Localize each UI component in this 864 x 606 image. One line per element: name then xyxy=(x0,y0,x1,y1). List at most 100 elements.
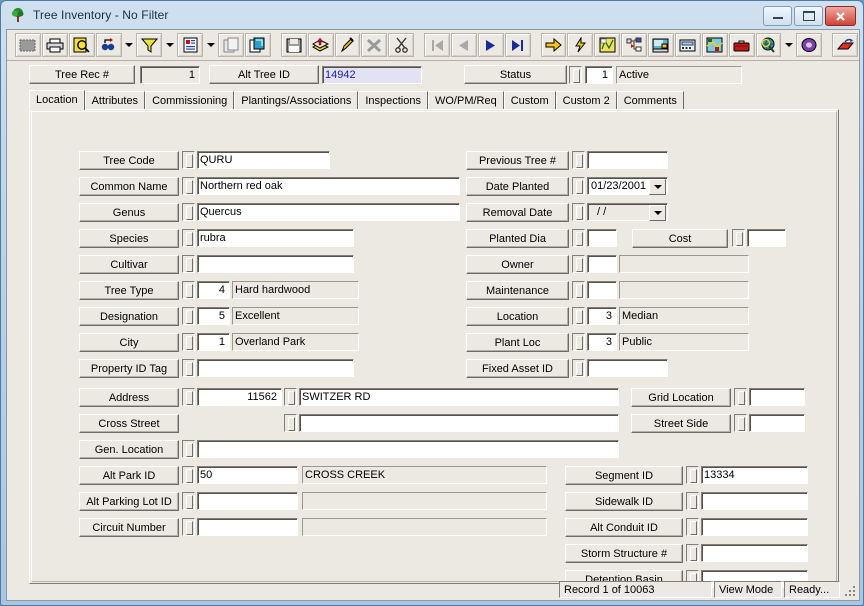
alt-park-id-code-input[interactable]: 50 xyxy=(197,466,298,484)
exit-icon[interactable] xyxy=(832,33,859,57)
grid-location-lookup-button[interactable] xyxy=(734,388,747,406)
gen-location-lookup-button[interactable] xyxy=(182,440,195,458)
owner-lookup-button[interactable] xyxy=(572,255,585,273)
tab-comments[interactable]: Comments xyxy=(616,91,684,110)
tree-rec-label[interactable]: Tree Rec # xyxy=(29,65,135,84)
cross-street-label[interactable]: Cross Street xyxy=(79,414,179,433)
segment-id-label[interactable]: Segment ID xyxy=(565,466,683,485)
storm-structure-input[interactable] xyxy=(701,544,808,562)
first-record-icon[interactable] xyxy=(424,33,450,57)
web-search-icon[interactable] xyxy=(755,33,782,57)
street-side-input[interactable] xyxy=(749,414,805,432)
street-side-label[interactable]: Street Side xyxy=(631,414,731,433)
print-icon[interactable] xyxy=(41,33,68,57)
cultivar-input[interactable] xyxy=(197,255,354,273)
genus-label[interactable]: Genus xyxy=(79,203,179,222)
date-planted-label[interactable]: Date Planted xyxy=(466,177,569,196)
previous-tree-lookup-button[interactable] xyxy=(572,151,585,169)
tab-wo-pm-req[interactable]: WO/PM/Req xyxy=(427,91,504,110)
cost-lookup-button[interactable] xyxy=(732,229,745,247)
tree-type-label[interactable]: Tree Type xyxy=(79,281,179,300)
address-lookup-button[interactable] xyxy=(182,388,195,406)
tab-location[interactable]: Location xyxy=(29,90,85,110)
cost-input[interactable] xyxy=(747,229,786,247)
grid-location-input[interactable] xyxy=(749,388,805,406)
alt-conduit-id-label[interactable]: Alt Conduit ID xyxy=(565,518,683,537)
tab-custom[interactable]: Custom xyxy=(503,91,556,110)
status-code-input[interactable]: 1 xyxy=(585,66,613,84)
fixed-asset-id-label[interactable]: Fixed Asset ID xyxy=(466,359,569,378)
alt-parking-lot-id-label[interactable]: Alt Parking Lot ID xyxy=(79,492,179,511)
fixed-asset-id-lookup-button[interactable] xyxy=(572,359,585,377)
grid-location-label[interactable]: Grid Location xyxy=(631,388,731,407)
gen-location-input[interactable] xyxy=(197,440,619,458)
planted-dia-lookup-button[interactable] xyxy=(572,229,585,247)
designation-lookup-button[interactable] xyxy=(182,307,195,325)
owner-code-input[interactable] xyxy=(587,255,617,273)
fax-icon[interactable] xyxy=(674,33,701,57)
status-lookup-button[interactable] xyxy=(569,66,582,84)
filter-icon[interactable] xyxy=(136,33,163,57)
save-icon[interactable] xyxy=(280,33,307,57)
report-icon[interactable] xyxy=(177,33,204,57)
quick-action-icon[interactable] xyxy=(567,33,594,57)
status-label[interactable]: Status xyxy=(464,65,567,84)
cultivar-label[interactable]: Cultivar xyxy=(79,255,179,274)
maintenance-code-input[interactable] xyxy=(587,281,617,299)
sidewalk-id-lookup-button[interactable] xyxy=(686,492,699,510)
removal-date-lookup-button[interactable] xyxy=(572,203,585,221)
sidewalk-id-input[interactable] xyxy=(701,492,808,510)
print-preview-icon[interactable] xyxy=(68,33,95,57)
report-dropdown-arrow[interactable] xyxy=(204,33,217,57)
close-button[interactable] xyxy=(825,6,856,26)
previous-tree-label[interactable]: Previous Tree # xyxy=(466,151,569,170)
alt-park-id-lookup-button[interactable] xyxy=(182,466,195,484)
tree-type-code-input[interactable]: 4 xyxy=(197,281,230,299)
alt-tree-id-input[interactable]: 14942 xyxy=(322,66,422,84)
fixed-asset-id-input[interactable] xyxy=(587,359,668,377)
address-label[interactable]: Address xyxy=(79,388,179,407)
street-lookup-button[interactable] xyxy=(284,388,297,406)
goto-icon[interactable] xyxy=(540,33,567,57)
removal-date-input[interactable]: / / xyxy=(587,203,668,221)
gen-location-label[interactable]: Gen. Location xyxy=(79,440,179,459)
copy-record-icon[interactable] xyxy=(218,33,244,57)
find-replace-icon[interactable] xyxy=(95,33,122,57)
filter-dropdown-arrow[interactable] xyxy=(163,33,176,57)
maintenance-lookup-button[interactable] xyxy=(572,281,585,299)
cross-street-input[interactable] xyxy=(299,414,619,432)
location-code-input[interactable]: 3 xyxy=(587,307,617,325)
minimize-button[interactable] xyxy=(763,6,792,26)
tree-type-lookup-button[interactable] xyxy=(182,281,195,299)
previous-tree-input[interactable] xyxy=(587,151,668,169)
property-id-tag-label[interactable]: Property ID Tag xyxy=(79,359,179,378)
alt-conduit-id-lookup-button[interactable] xyxy=(686,518,699,536)
plant-loc-label[interactable]: Plant Loc xyxy=(466,333,569,352)
last-record-icon[interactable] xyxy=(504,33,531,57)
cut-icon[interactable] xyxy=(388,33,415,57)
date-planted-input[interactable]: 01/23/2001 xyxy=(587,177,668,195)
tab-attributes[interactable]: Attributes xyxy=(84,91,146,110)
map-icon[interactable] xyxy=(594,33,621,57)
storm-structure-lookup-button[interactable] xyxy=(686,544,699,562)
date-planted-lookup-button[interactable] xyxy=(572,177,585,195)
species-input[interactable]: rubra xyxy=(197,229,354,247)
city-code-input[interactable]: 1 xyxy=(197,333,230,351)
property-id-tag-lookup-button[interactable] xyxy=(182,359,195,377)
alt-park-id-label[interactable]: Alt Park ID xyxy=(79,466,179,485)
duplicate-icon[interactable] xyxy=(244,33,271,57)
designation-label[interactable]: Designation xyxy=(79,307,179,326)
plant-loc-code-input[interactable]: 3 xyxy=(587,333,617,351)
storm-structure-label[interactable]: Storm Structure # xyxy=(565,544,683,563)
designation-code-input[interactable]: 5 xyxy=(197,307,230,325)
circuit-number-label[interactable]: Circuit Number xyxy=(79,518,179,537)
find-dropdown-arrow[interactable] xyxy=(123,33,136,57)
species-lookup-button[interactable] xyxy=(182,229,195,247)
date-planted-dropdown-icon[interactable] xyxy=(649,179,666,195)
tree-code-label[interactable]: Tree Code xyxy=(79,151,179,170)
street-side-lookup-button[interactable] xyxy=(734,414,747,432)
removal-date-label[interactable]: Removal Date xyxy=(466,203,569,222)
planted-dia-label[interactable]: Planted Dia xyxy=(466,229,569,248)
resize-grip[interactable] xyxy=(845,586,857,598)
delete-icon[interactable] xyxy=(361,33,388,57)
